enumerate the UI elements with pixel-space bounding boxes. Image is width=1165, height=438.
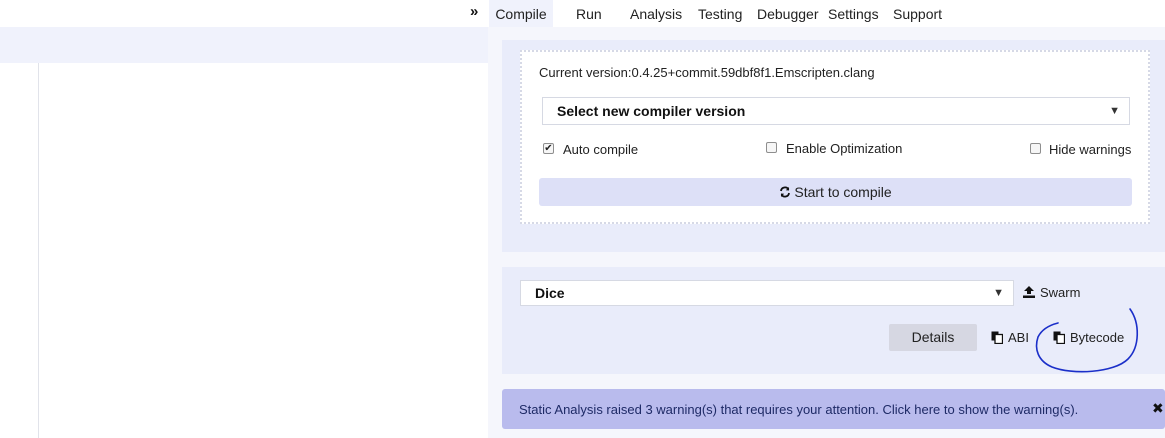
annotation-circle-mark <box>1035 308 1139 373</box>
copy-icon <box>991 331 1003 344</box>
compiler-version-select[interactable]: Select new compiler version ▼ <box>542 97 1130 125</box>
editor-tab-bar <box>0 27 488 63</box>
static-analysis-warning-text[interactable]: Static Analysis raised 3 warning(s) that… <box>519 402 1078 417</box>
start-compile-label: Start to compile <box>794 184 892 200</box>
refresh-icon <box>780 186 791 198</box>
close-icon[interactable]: ✖ <box>1152 400 1164 417</box>
swarm-button[interactable]: Swarm <box>1023 285 1080 300</box>
tab-testing[interactable]: Testing <box>698 0 742 27</box>
tab-run[interactable]: Run <box>576 0 602 27</box>
copy-abi-button[interactable]: ABI <box>991 330 1029 345</box>
start-compile-button[interactable]: Start to compile <box>539 178 1132 206</box>
auto-compile-checkbox[interactable]: ✔ <box>543 143 554 154</box>
tab-support[interactable]: Support <box>893 0 942 27</box>
current-version-text: Current version:0.4.25+commit.59dbf8f1.E… <box>539 65 875 80</box>
enable-optimization-checkbox[interactable] <box>766 142 777 153</box>
tab-analysis[interactable]: Analysis <box>630 0 682 27</box>
compiler-version-select-label: Select new compiler version <box>557 103 746 119</box>
swarm-label: Swarm <box>1040 285 1081 300</box>
collapse-panel-icon[interactable]: » <box>470 3 478 20</box>
upload-icon <box>1023 286 1035 298</box>
contract-select-label: Dice <box>535 285 565 301</box>
abi-label: ABI <box>1008 330 1029 345</box>
hide-warnings-label: Hide warnings <box>1049 142 1132 157</box>
tab-debugger[interactable]: Debugger <box>757 0 819 27</box>
editor-gutter <box>38 63 39 438</box>
caret-down-icon: ▼ <box>1109 105 1120 117</box>
tab-settings[interactable]: Settings <box>828 0 879 27</box>
enable-optimization-label: Enable Optimization <box>786 141 903 156</box>
details-button[interactable]: Details <box>889 324 977 351</box>
tab-compile[interactable]: Compile <box>489 0 553 27</box>
contract-select[interactable]: Dice ▼ <box>520 280 1014 306</box>
hide-warnings-checkbox[interactable] <box>1030 143 1041 154</box>
auto-compile-label: Auto compile <box>563 142 639 157</box>
caret-down-icon: ▼ <box>993 287 1004 299</box>
